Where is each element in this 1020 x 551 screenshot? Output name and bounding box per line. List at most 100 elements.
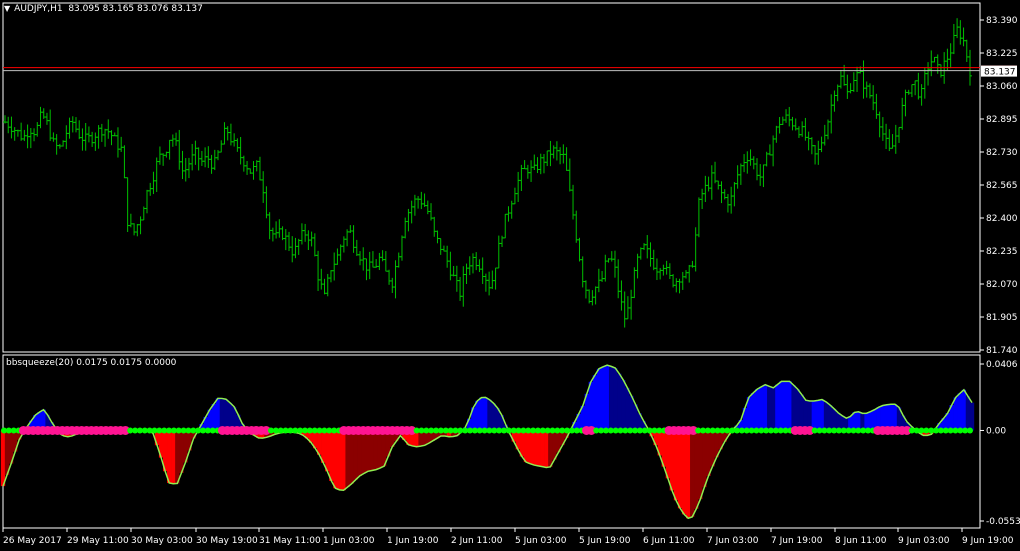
price-tick-label: 83.390	[986, 16, 1018, 26]
ohlc-values: 83.095 83.165 83.076 83.137	[68, 4, 203, 14]
time-tick-label: 1 Jun 03:00	[323, 536, 375, 546]
price-bar	[377, 252, 382, 271]
price-bar	[6, 116, 11, 134]
price-bar	[154, 157, 159, 192]
caret-down-icon[interactable]: ▼	[4, 4, 10, 13]
price-bar	[687, 264, 692, 283]
price-bar	[829, 94, 834, 134]
price-bar	[512, 187, 517, 205]
histogram-bar	[373, 430, 379, 470]
histogram-bar	[357, 430, 362, 476]
price-bar	[74, 117, 79, 133]
histogram-bar	[544, 430, 549, 468]
main-chart-frame	[2, 2, 981, 353]
price-bar	[503, 213, 508, 239]
chart-canvas[interactable]: 83.390 83.225 83.060 82.895 82.730 82.565 82.4…	[0, 0, 1020, 551]
price-bar	[177, 129, 182, 170]
price-tick-label: 83.225	[986, 49, 1018, 59]
histogram-bar	[613, 367, 618, 431]
price-bar	[709, 165, 714, 200]
price-bar	[922, 67, 927, 99]
price-bar	[896, 126, 901, 143]
momentum-histogram	[0, 364, 975, 520]
price-bar	[683, 270, 688, 279]
price-bar	[122, 145, 127, 179]
price-bar	[558, 147, 563, 165]
price-bar	[412, 194, 417, 216]
histogram-bar	[965, 396, 971, 431]
price-bar	[838, 69, 843, 89]
price-bar	[241, 155, 246, 172]
price-bar	[574, 210, 579, 243]
histogram-bar	[969, 402, 975, 431]
price-bar	[906, 89, 911, 95]
price-bar	[90, 131, 95, 147]
price-bar	[238, 136, 243, 165]
histogram-bar	[961, 389, 967, 431]
price-bar	[529, 160, 534, 182]
price-bar	[312, 233, 317, 257]
chart-header[interactable]: ▼ AUDJPY,H1 83.095 83.165 83.076 83.137	[4, 4, 203, 14]
price-bar	[583, 280, 588, 299]
histogram-bar	[491, 403, 496, 431]
price-bar	[480, 257, 485, 284]
symbol-timeframe: AUDJPY,H1	[14, 4, 63, 14]
time-tick-label: 7 Jun 19:00	[771, 536, 823, 546]
price-bar	[913, 80, 918, 96]
price-bar	[825, 119, 830, 140]
price-bar	[477, 259, 482, 273]
price-bar	[816, 140, 821, 165]
price-bar	[535, 157, 540, 174]
price-bar	[335, 248, 340, 265]
price-tick-label: 82.565	[986, 181, 1018, 191]
price-bar	[909, 84, 914, 98]
price-bar	[270, 227, 275, 242]
price-tick-label: 82.730	[986, 148, 1018, 158]
price-bar	[532, 154, 537, 170]
price-bar	[813, 145, 818, 165]
price-bar	[848, 83, 853, 94]
price-bar	[493, 267, 498, 290]
histogram-bar	[588, 381, 594, 431]
price-lines	[3, 67, 980, 72]
histogram-bar	[669, 430, 675, 491]
price-bar	[328, 270, 333, 283]
price-bar	[135, 223, 140, 237]
price-bar	[564, 147, 569, 171]
price-bar	[257, 156, 262, 181]
histogram-bar	[754, 389, 760, 431]
price-bar	[199, 150, 204, 166]
price-bar	[38, 106, 43, 129]
price-bar	[835, 84, 840, 102]
histogram-bar	[677, 430, 683, 509]
histogram-bar	[710, 430, 715, 467]
price-bar	[961, 27, 966, 47]
price-bar	[86, 126, 91, 143]
price-bar	[919, 84, 924, 106]
price-bar	[393, 260, 398, 299]
price-bar	[435, 230, 440, 244]
price-bar	[99, 123, 104, 142]
price-bar	[322, 278, 327, 295]
histogram-bar	[0, 430, 6, 487]
price-bar	[44, 112, 49, 125]
price-bar	[648, 242, 653, 267]
histogram-bar	[361, 430, 367, 474]
price-bar	[109, 130, 114, 146]
time-axis: 26 May 2017 29 May 11:00 30 May 03:00 30 Ma…	[2, 528, 1014, 546]
price-bar	[425, 200, 430, 215]
price-bar	[232, 133, 237, 147]
price-bar	[325, 273, 330, 297]
indicator-tick-label: 0.0406	[986, 360, 1018, 370]
histogram-bar	[681, 430, 687, 515]
price-bar	[571, 184, 576, 220]
price-bar	[54, 134, 59, 155]
current-price-label: 83.137	[984, 68, 1016, 78]
price-bar	[551, 145, 556, 159]
price-bar	[880, 117, 885, 141]
histogram-bar	[219, 398, 225, 431]
histogram-bar	[596, 368, 602, 431]
histogram-bar	[341, 430, 346, 491]
price-bar	[658, 267, 663, 280]
price-bar	[487, 271, 492, 296]
